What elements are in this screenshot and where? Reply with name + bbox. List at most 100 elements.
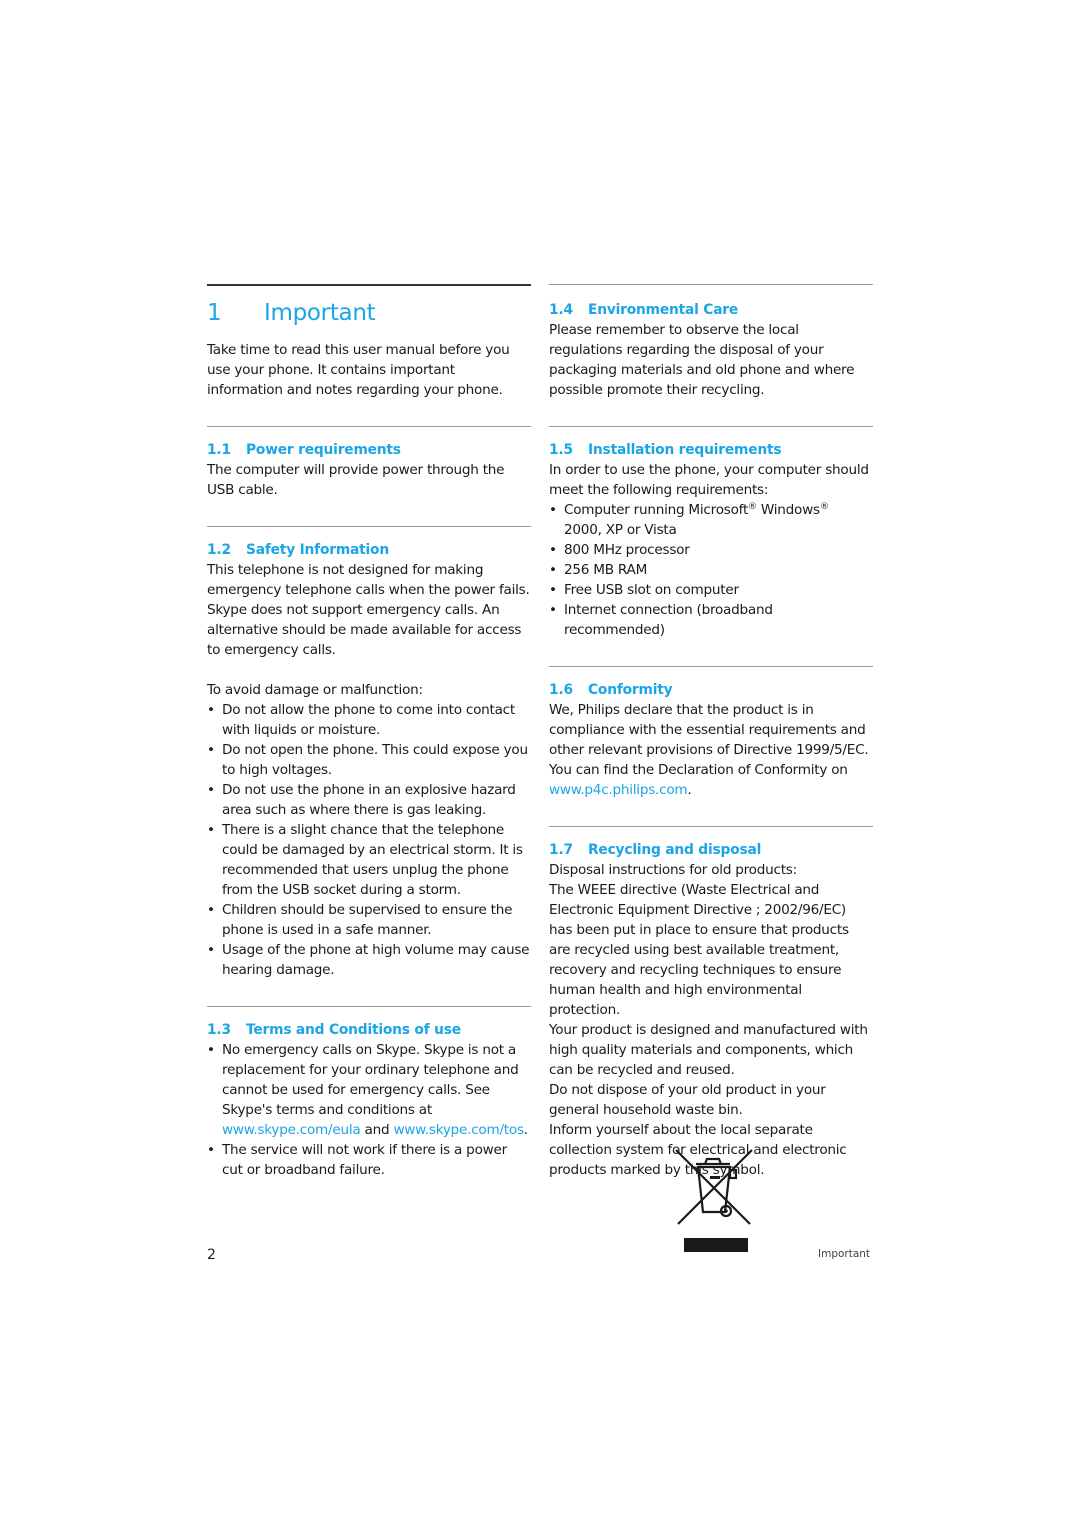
section-divider <box>207 1006 531 1007</box>
page-number: 2 <box>207 1247 216 1263</box>
list-item: • Do not use the phone in an explosive ha… <box>207 780 531 820</box>
conjunction-text: and <box>364 1122 390 1138</box>
requirements-list: • Computer running Microsoft® Windows® 200… <box>549 500 873 640</box>
bullet-icon: • <box>207 902 215 918</box>
conformity-text: We, Philips declare that the product is … <box>549 702 869 778</box>
section-title: Safety Information <box>246 542 389 558</box>
bullet-icon: • <box>549 582 557 598</box>
list-item-text: Do not use the phone in an explosive haz… <box>222 782 516 818</box>
list-item-text: Internet connection (broadband recommend… <box>564 602 773 638</box>
section-title: Recycling and disposal <box>588 842 762 858</box>
philips-link[interactable]: www.p4c.philips.com <box>549 782 688 798</box>
period-text: . <box>523 1122 528 1138</box>
section-terms-conditions: 1.3 Terms and Conditions of use • No emer… <box>207 1020 531 1180</box>
chapter-title: Important <box>264 300 376 326</box>
section-lead: To avoid damage or malfunction: <box>207 682 423 698</box>
bullet-icon: • <box>207 782 215 798</box>
section-title: Terms and Conditions of use <box>246 1022 461 1038</box>
list-item-text: Free USB slot on computer <box>564 582 739 598</box>
left-column: 1 Important Take time to read this user … <box>207 284 531 1180</box>
list-item-text: There is a slight chance that the teleph… <box>222 822 523 898</box>
section-divider <box>549 666 873 667</box>
skype-tos-link[interactable]: www.skype.com/tos <box>393 1122 524 1138</box>
section-number: 1.1 <box>207 442 231 458</box>
section-body: This telephone is not designed for makin… <box>207 562 530 658</box>
section-installation-requirements: 1.5 Installation requirements In order t… <box>549 440 873 640</box>
list-item-text: The service will not work if there is a … <box>222 1142 507 1178</box>
registered-mark: ® <box>819 502 829 512</box>
section-paragraph: Disposal instructions for old products: <box>549 862 797 878</box>
section-conformity: 1.6 Conformity We, Philips declare that … <box>549 680 873 800</box>
section-heading: 1.6 Conformity <box>549 680 873 700</box>
section-heading: 1.7 Recycling and disposal <box>549 840 873 860</box>
section-title: Environmental Care <box>588 302 739 318</box>
list-item: • Computer running Microsoft® Windows® 200… <box>549 500 873 540</box>
bullet-icon: • <box>549 502 557 518</box>
list-item-text: 800 MHz processor <box>564 542 690 558</box>
right-column: 1.4 Environmental Care Please remember t… <box>549 284 873 1180</box>
registered-mark: ® <box>748 502 757 512</box>
section-title: Installation requirements <box>588 442 782 458</box>
list-item: • Usage of the phone at high volume may c… <box>207 940 531 980</box>
section-divider <box>207 526 531 527</box>
list-item-text: No emergency calls on Skype. Skype is no… <box>222 1042 519 1118</box>
bullet-icon: • <box>207 1142 215 1158</box>
section-heading: 1.4 Environmental Care <box>549 300 873 320</box>
section-heading: 1.5 Installation requirements <box>549 440 873 460</box>
section-paragraph: Your product is designed and manufacture… <box>549 1022 868 1078</box>
bullet-icon: • <box>549 562 557 578</box>
bullet-icon: • <box>207 1042 215 1058</box>
list-item-text: Windows <box>756 502 820 518</box>
skype-eula-link[interactable]: www.skype.com/eula <box>222 1122 361 1138</box>
list-item: • Do not open the phone. This could expos… <box>207 740 531 780</box>
section-number: 1.7 <box>549 842 573 858</box>
list-item: • 256 MB RAM <box>549 560 873 580</box>
bullet-icon: • <box>549 602 557 618</box>
section-number: 1.6 <box>549 682 573 698</box>
list-item-text: Children should be supervised to ensure … <box>222 902 513 938</box>
section-title: Conformity <box>588 682 673 698</box>
section-divider <box>207 426 531 427</box>
terms-list: • No emergency calls on Skype. Skype is n… <box>207 1040 531 1180</box>
bullet-icon: • <box>207 942 215 958</box>
list-item: • The service will not work if there is a… <box>207 1140 531 1180</box>
section-number: 1.5 <box>549 442 573 458</box>
chapter-rule <box>207 284 531 286</box>
section-divider <box>549 826 873 827</box>
list-item: • No emergency calls on Skype. Skype is n… <box>207 1040 531 1140</box>
section-recycling-disposal: 1.7 Recycling and disposal Disposal inst… <box>549 840 873 1180</box>
footer-section-label: Important <box>818 1248 871 1260</box>
list-item: • Children should be supervised to ensure… <box>207 900 531 940</box>
period-text: . <box>687 782 692 798</box>
section-title: Power requirements <box>246 442 401 458</box>
section-body: The computer will provide power through … <box>207 462 505 498</box>
list-item: • 800 MHz processor <box>549 540 873 560</box>
section-body: In order to use the phone, your computer… <box>549 462 869 498</box>
list-item-text: Do not allow the phone to come into cont… <box>222 702 515 738</box>
list-item: • Do not allow the phone to come into con… <box>207 700 531 740</box>
list-item: • Internet connection (broadband recommen… <box>549 600 873 640</box>
section-body: Please remember to observe the local reg… <box>549 322 855 398</box>
list-item: • There is a slight chance that the telep… <box>207 820 531 900</box>
safety-list: • Do not allow the phone to come into con… <box>207 700 531 980</box>
section-number: 1.4 <box>549 302 573 318</box>
section-divider <box>549 426 873 427</box>
weee-crossed-bin-icon <box>672 1146 756 1254</box>
list-item: • Free USB slot on computer <box>549 580 873 600</box>
section-heading: 1.2 Safety Information <box>207 540 531 560</box>
list-item-text: 256 MB RAM <box>564 562 648 578</box>
section-environmental-care: 1.4 Environmental Care Please remember t… <box>549 300 873 400</box>
list-item-text: 2000, XP or Vista <box>564 522 677 538</box>
chapter-heading: 1 Important <box>207 300 531 326</box>
section-power-requirements: 1.1 Power requirements The computer will… <box>207 440 531 500</box>
section-heading: 1.3 Terms and Conditions of use <box>207 1020 531 1040</box>
list-item-text: Computer running Microsoft <box>564 502 749 518</box>
section-number: 1.2 <box>207 542 231 558</box>
section-safety-information: 1.2 Safety Information This telephone is… <box>207 540 531 980</box>
bullet-icon: • <box>549 542 557 558</box>
section-paragraph: The WEEE directive (Waste Electrical and… <box>549 882 849 1018</box>
chapter-number: 1 <box>207 300 222 326</box>
section-number: 1.3 <box>207 1022 231 1038</box>
section-divider <box>549 284 873 285</box>
section-heading: 1.1 Power requirements <box>207 440 531 460</box>
